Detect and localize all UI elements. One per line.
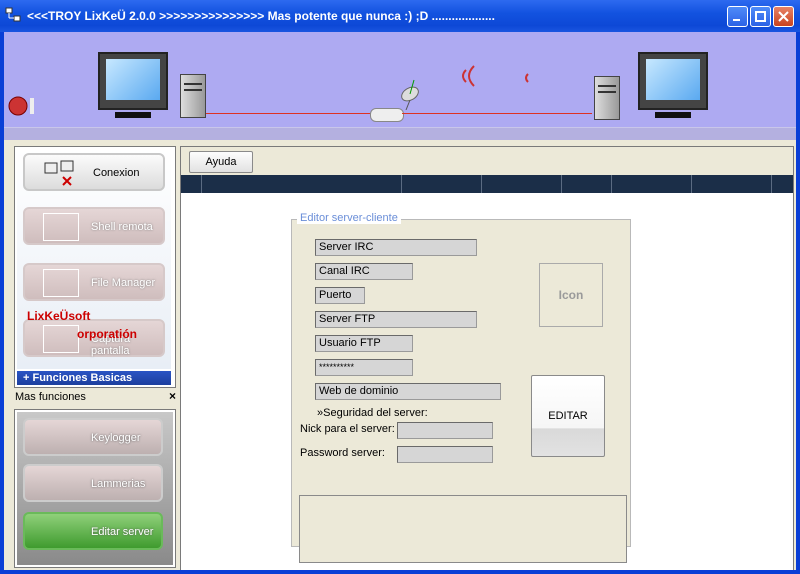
- light-bulb-icon: [8, 96, 34, 116]
- nick-label: Nick para el server:: [300, 423, 395, 435]
- button-label: Editar server: [91, 526, 154, 538]
- puerto-field[interactable]: Puerto: [315, 287, 365, 304]
- satellite-dish-icon: [401, 79, 419, 110]
- sidebar-item-label: File Manager: [91, 277, 156, 289]
- screen-icon: [43, 325, 79, 353]
- keylogger-button[interactable]: Keylogger: [23, 418, 163, 456]
- server-ftp-field[interactable]: Server FTP: [315, 311, 477, 328]
- editor-legend: Editor server-cliente: [297, 212, 401, 224]
- maximize-icon: [755, 11, 766, 22]
- mas-funciones-inner: Keylogger Lammerias Editar server: [17, 412, 173, 565]
- mas-funciones-title: Mas funciones: [15, 391, 86, 403]
- sidebar-item-label: Shell remota: [91, 221, 153, 233]
- ayuda-button[interactable]: Ayuda: [189, 151, 253, 173]
- client-tower-icon: [180, 74, 206, 118]
- brand-text-2: orporatión: [77, 327, 137, 341]
- editar-server-button[interactable]: Editar server: [23, 512, 163, 550]
- toolbar: Ayuda: [181, 147, 793, 175]
- network-icon: [44, 160, 74, 186]
- title-bar[interactable]: <<<TROY LixKeÜ 2.0.0 >>>>>>>>>>>>>>> Mas…: [0, 0, 800, 32]
- minimize-icon: [733, 19, 740, 21]
- sidebar-inner: Conexion Shell remota File Manager Captu…: [17, 149, 171, 369]
- section-title: + Funciones Basicas: [23, 372, 133, 384]
- client-area: Conexion Shell remota File Manager Captu…: [4, 32, 796, 570]
- network-cable-right: [402, 113, 592, 114]
- network-cable: [206, 113, 376, 114]
- brand-text: LixKeÜsoft: [27, 309, 91, 323]
- password-label: Password server:: [300, 447, 385, 459]
- mas-funciones-panel: Keylogger Lammerias Editar server: [14, 409, 176, 568]
- content-area: Editor server-cliente Server IRC Canal I…: [181, 193, 793, 570]
- web-dominio-field[interactable]: Web de dominio: [315, 383, 501, 400]
- mas-funciones-header: Mas funciones ×: [12, 389, 178, 405]
- close-icon[interactable]: ×: [169, 389, 176, 403]
- client-monitor-base: [115, 112, 151, 118]
- nick-field[interactable]: [397, 422, 493, 439]
- button-label: Keylogger: [91, 432, 141, 444]
- sidebar-panel: Conexion Shell remota File Manager Captu…: [14, 146, 176, 388]
- network-banner: [4, 32, 796, 127]
- lammerias-button[interactable]: Lammerias: [23, 464, 163, 502]
- button-label: Lammerias: [91, 478, 146, 490]
- icon-picker[interactable]: Icon: [539, 263, 603, 327]
- seguridad-label: »Seguridad del server:: [317, 407, 428, 419]
- close-icon: [778, 11, 789, 22]
- app-window: <<<TROY LixKeÜ 2.0.0 >>>>>>>>>>>>>>> Mas…: [0, 0, 800, 574]
- wireless-signal-icon: [462, 65, 529, 87]
- main-panel: Ayuda Editor server-cliente Server IRC C…: [180, 146, 794, 570]
- sidebar-item-shell[interactable]: Shell remota: [23, 207, 165, 245]
- server-tower-icon: [594, 76, 620, 120]
- maximize-button[interactable]: [750, 6, 771, 27]
- usuario-ftp-field[interactable]: Usuario FTP: [315, 335, 413, 352]
- sidebar-item-conexion[interactable]: Conexion: [23, 153, 165, 191]
- output-textarea[interactable]: [299, 495, 627, 563]
- sidebar-item-label: Conexion: [93, 167, 140, 179]
- server-monitor-base: [655, 112, 691, 118]
- banner-floor: [4, 127, 796, 140]
- router-icon: [370, 108, 404, 122]
- password-server-field[interactable]: [397, 446, 493, 463]
- minimize-button[interactable]: [727, 6, 748, 27]
- sidebar-item-file-manager[interactable]: File Manager: [23, 263, 165, 301]
- shell-icon: [43, 213, 79, 241]
- network-app-icon: [5, 7, 21, 22]
- password-ftp-field[interactable]: **********: [315, 359, 413, 376]
- folder-icon: [43, 269, 79, 297]
- close-button[interactable]: [773, 6, 794, 27]
- server-irc-field[interactable]: Server IRC: [315, 239, 477, 256]
- editar-button[interactable]: EDITAR: [531, 375, 605, 457]
- client-monitor-icon: [98, 52, 168, 110]
- window-title: <<<TROY LixKeÜ 2.0.0 >>>>>>>>>>>>>>> Mas…: [27, 9, 495, 23]
- server-monitor-icon: [638, 52, 708, 110]
- canal-irc-field[interactable]: Canal IRC: [315, 263, 413, 280]
- funciones-basicas-header[interactable]: + Funciones Basicas: [17, 371, 171, 385]
- header-strip: [181, 175, 793, 193]
